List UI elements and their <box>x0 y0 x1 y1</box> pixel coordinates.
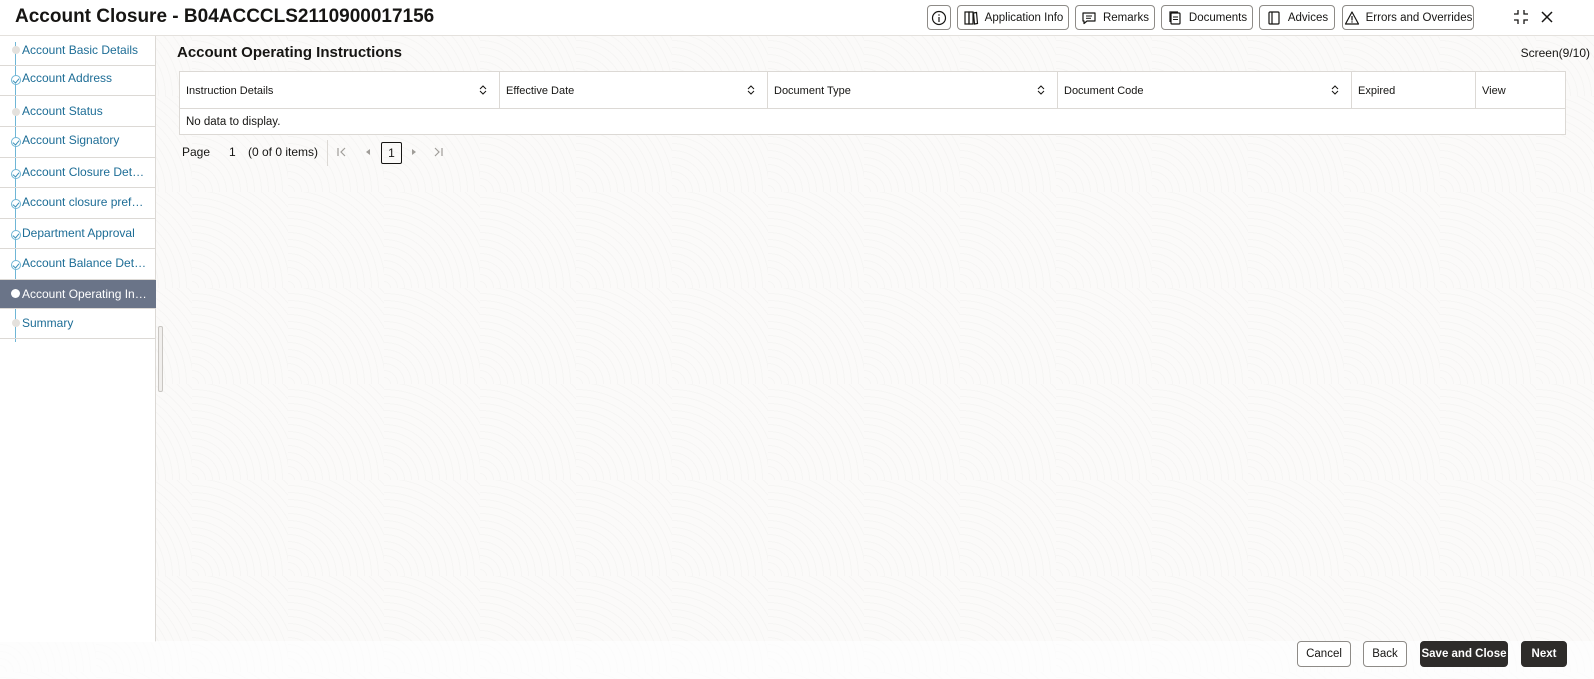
nav-item-account-closure-details[interactable]: Account Closure Details <box>0 158 156 188</box>
nav-item-label: Account Status <box>22 104 103 118</box>
cancel-button[interactable]: Cancel <box>1297 641 1351 667</box>
errors-and-overrides-button[interactable]: Errors and Overrides <box>1342 5 1474 30</box>
sidebar-resize-handle[interactable] <box>158 326 163 392</box>
next-page-button[interactable] <box>406 144 422 160</box>
column-header-instruction-details[interactable]: Instruction Details <box>180 72 500 109</box>
page-title: Account Closure - B04ACCCLS2110900017156 <box>15 6 435 27</box>
back-button[interactable]: Back <box>1363 641 1407 667</box>
documents-label: Documents <box>1188 11 1248 24</box>
minimize-button[interactable] <box>1510 6 1532 28</box>
section-title: Account Operating Instructions <box>177 44 403 61</box>
step-complete-icon <box>11 75 21 85</box>
nav-item-account-operating-instructions[interactable]: Account Operating Instructions <box>0 280 156 309</box>
step-navigation: Account Basic Details Account Address Ac… <box>0 36 156 642</box>
column-header-view[interactable]: View <box>1476 72 1565 109</box>
save-and-close-button[interactable]: Save and Close <box>1420 641 1508 667</box>
last-page-icon <box>434 147 443 157</box>
sort-icon <box>1037 85 1045 95</box>
step-complete-icon <box>11 260 21 270</box>
close-button[interactable] <box>1536 6 1558 28</box>
chevron-left-icon <box>366 149 370 155</box>
main-content: Account Operating Instructions Screen(9/… <box>156 36 1594 642</box>
nav-item-summary[interactable]: Summary <box>0 309 156 339</box>
nav-item-account-address[interactable]: Account Address <box>0 66 156 96</box>
advices-label: Advices <box>1287 11 1329 24</box>
page-number-button[interactable]: 1 <box>381 142 402 164</box>
sort-icon <box>1331 85 1339 95</box>
info-icon <box>931 10 947 25</box>
pagination: Page 1 (0 of 0 items) 1 <box>182 140 582 166</box>
sort-icon <box>747 85 755 95</box>
page-label: Page <box>182 145 211 159</box>
column-label: Effective Date <box>506 84 575 97</box>
nav-item-label: Account closure preferences <box>22 195 150 209</box>
next-button[interactable]: Next <box>1521 641 1567 667</box>
nav-item-label: Account Balance Details <box>22 256 150 270</box>
column-header-expired[interactable]: Expired <box>1352 72 1476 109</box>
step-complete-icon <box>11 199 21 209</box>
close-icon <box>1541 11 1553 23</box>
page-input[interactable]: 1 <box>229 145 236 159</box>
application-info-icon <box>964 10 978 25</box>
header-bar: Account Closure - B04ACCCLS2110900017156… <box>0 0 1594 36</box>
sort-icon <box>479 85 487 95</box>
column-label: Instruction Details <box>186 84 274 97</box>
collapse-icon <box>1514 10 1528 24</box>
nav-item-department-approval[interactable]: Department Approval <box>0 219 156 249</box>
step-complete-icon <box>11 169 21 179</box>
first-page-button[interactable] <box>334 144 350 160</box>
nav-item-account-signatory[interactable]: Account Signatory <box>0 127 156 158</box>
nav-item-account-balance-details[interactable]: Account Balance Details <box>0 249 156 280</box>
remarks-button[interactable]: Remarks <box>1075 5 1155 30</box>
column-header-document-code[interactable]: Document Code <box>1058 72 1352 109</box>
application-info-button[interactable]: Application Info <box>957 5 1069 30</box>
nav-item-label: Account Operating Instructions <box>22 287 150 301</box>
nav-item-account-basic-details[interactable]: Account Basic Details <box>0 36 156 66</box>
step-pending-icon <box>12 46 20 54</box>
chat-bubble-icon <box>1082 11 1096 24</box>
items-count: (0 of 0 items) <box>248 145 319 159</box>
chevron-right-icon <box>412 149 416 155</box>
step-pending-icon <box>12 319 20 327</box>
nav-item-label: Summary <box>22 316 74 330</box>
previous-page-button[interactable] <box>360 144 376 160</box>
warning-icon <box>1344 10 1359 25</box>
column-label: Expired <box>1358 84 1396 97</box>
documents-button[interactable]: Documents <box>1161 5 1253 30</box>
column-label: Document Type <box>774 84 851 97</box>
first-page-icon <box>337 147 346 157</box>
info-button[interactable] <box>927 5 951 30</box>
remarks-label: Remarks <box>1102 11 1149 24</box>
advices-button[interactable]: Advices <box>1259 5 1335 30</box>
instructions-table: Instruction Details Effective Date Docum… <box>179 71 1566 135</box>
nav-item-label: Department Approval <box>22 226 135 240</box>
column-label: Document Code <box>1064 84 1144 97</box>
notebook-icon <box>1268 10 1280 25</box>
nav-item-account-status[interactable]: Account Status <box>0 96 156 127</box>
table-header: Instruction Details Effective Date Docum… <box>180 72 1565 109</box>
column-header-document-type[interactable]: Document Type <box>768 72 1058 109</box>
step-complete-icon <box>11 137 21 147</box>
empty-table-message: No data to display. <box>186 116 281 128</box>
step-complete-icon <box>11 230 21 240</box>
errors-and-overrides-label: Errors and Overrides <box>1365 11 1473 24</box>
nav-item-label: Account Address <box>22 71 113 85</box>
application-info-label: Application Info <box>984 11 1064 24</box>
nav-item-account-closure-preferences[interactable]: Account closure preferences <box>0 188 156 219</box>
documents-icon <box>1169 10 1181 25</box>
step-current-icon <box>11 289 20 298</box>
last-page-button[interactable] <box>430 144 446 160</box>
nav-item-label: Account Signatory <box>22 133 120 147</box>
pager-divider <box>327 140 328 166</box>
column-header-effective-date[interactable]: Effective Date <box>500 72 768 109</box>
footer-bar: Cancel Back Save and Close Next <box>0 641 1594 679</box>
column-label: View <box>1482 84 1506 97</box>
nav-item-label: Account Closure Details <box>22 165 150 179</box>
step-pending-icon <box>12 108 20 116</box>
screen-counter: Screen(9/10) <box>1520 46 1590 60</box>
nav-item-label: Account Basic Details <box>22 43 139 57</box>
